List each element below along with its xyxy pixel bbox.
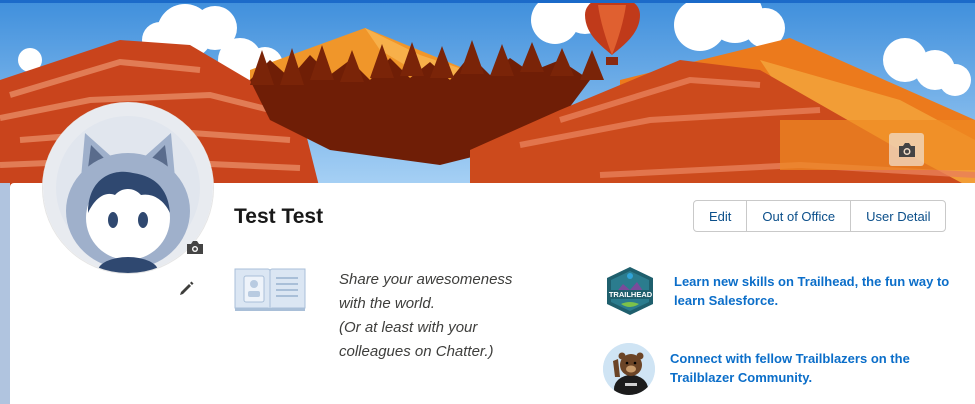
trailhead-badge-icon: TRAILHEAD bbox=[607, 267, 653, 315]
chatter-book-illustration bbox=[234, 266, 306, 312]
chatter-share-text: Share your awesomeness with the world. (… bbox=[339, 268, 512, 364]
pencil-icon bbox=[180, 281, 194, 295]
trailblazer-bear-icon bbox=[603, 343, 655, 395]
share-line: with the world. bbox=[339, 295, 435, 312]
trailblazer-community-link[interactable]: Connect with fellow Trailblazers on the … bbox=[670, 349, 910, 387]
trailhead-badge[interactable]: TRAILHEAD bbox=[603, 266, 658, 316]
edit-avatar-button[interactable] bbox=[178, 279, 196, 297]
book-icon bbox=[234, 268, 306, 311]
promo-line: Trailblazer Community. bbox=[670, 370, 813, 385]
camera-icon bbox=[898, 142, 915, 157]
avatar-camera-button[interactable] bbox=[186, 240, 204, 256]
trailhead-link[interactable]: Learn new skills on Trailhead, the fun w… bbox=[674, 272, 949, 310]
banner-camera-button[interactable] bbox=[889, 133, 924, 166]
share-line: colleagues on Chatter.) bbox=[339, 343, 494, 360]
badge-text: TRAILHEAD bbox=[609, 290, 653, 299]
trailblazer-bear[interactable] bbox=[603, 343, 655, 395]
edit-button[interactable]: Edit bbox=[694, 201, 746, 231]
page-gutter bbox=[0, 183, 10, 404]
promo-line: learn Salesforce. bbox=[674, 293, 779, 308]
community-promo: Connect with fellow Trailblazers on the … bbox=[670, 349, 910, 387]
out-of-office-button[interactable]: Out of Office bbox=[746, 201, 850, 231]
profile-name: Test Test bbox=[234, 205, 324, 228]
banner-top-line bbox=[0, 0, 975, 3]
promo-line: Learn new skills on Trailhead, the fun w… bbox=[674, 274, 950, 289]
trailhead-promo: Learn new skills on Trailhead, the fun w… bbox=[674, 272, 949, 310]
share-line: Share your awesomeness bbox=[339, 271, 513, 288]
promo-line: Connect with fellow Trailblazers on the bbox=[670, 351, 910, 366]
profile-actions: Edit Out of Office User Detail bbox=[693, 200, 947, 232]
camera-icon bbox=[187, 241, 203, 254]
user-detail-button[interactable]: User Detail bbox=[850, 201, 945, 231]
share-line: (Or at least with your bbox=[339, 319, 478, 336]
